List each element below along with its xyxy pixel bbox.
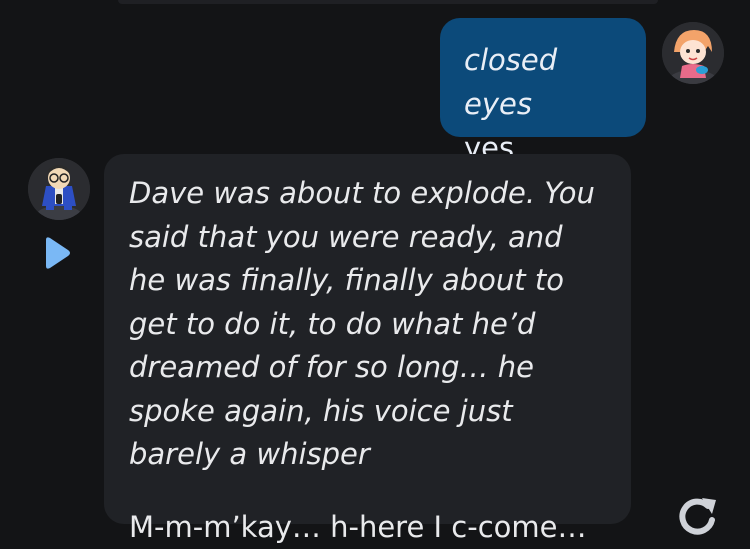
previous-message-edge: [118, 0, 658, 4]
bot-message-dialogue: M-m-m’kay… h-here I c-come…: [129, 509, 587, 544]
dave-avatar-icon: [28, 158, 90, 220]
user-message-text: closed eyes yes: [464, 38, 622, 170]
user-message-bubble: closed eyes yes: [440, 18, 646, 165]
bot-message-narration: Dave was about to explode. You said that…: [129, 176, 605, 471]
bot-avatar[interactable]: [28, 158, 90, 220]
play-icon: [46, 237, 70, 269]
bot-message-bubble: Dave was about to explode. You said that…: [104, 154, 631, 544]
user-avatar[interactable]: [662, 22, 724, 84]
user-message-line1: closed eyes: [464, 43, 558, 121]
play-audio-button[interactable]: [40, 234, 74, 274]
regenerate-icon: [679, 498, 716, 535]
girlfriend-avatar-icon: [662, 22, 724, 84]
regenerate-button[interactable]: [672, 490, 722, 540]
